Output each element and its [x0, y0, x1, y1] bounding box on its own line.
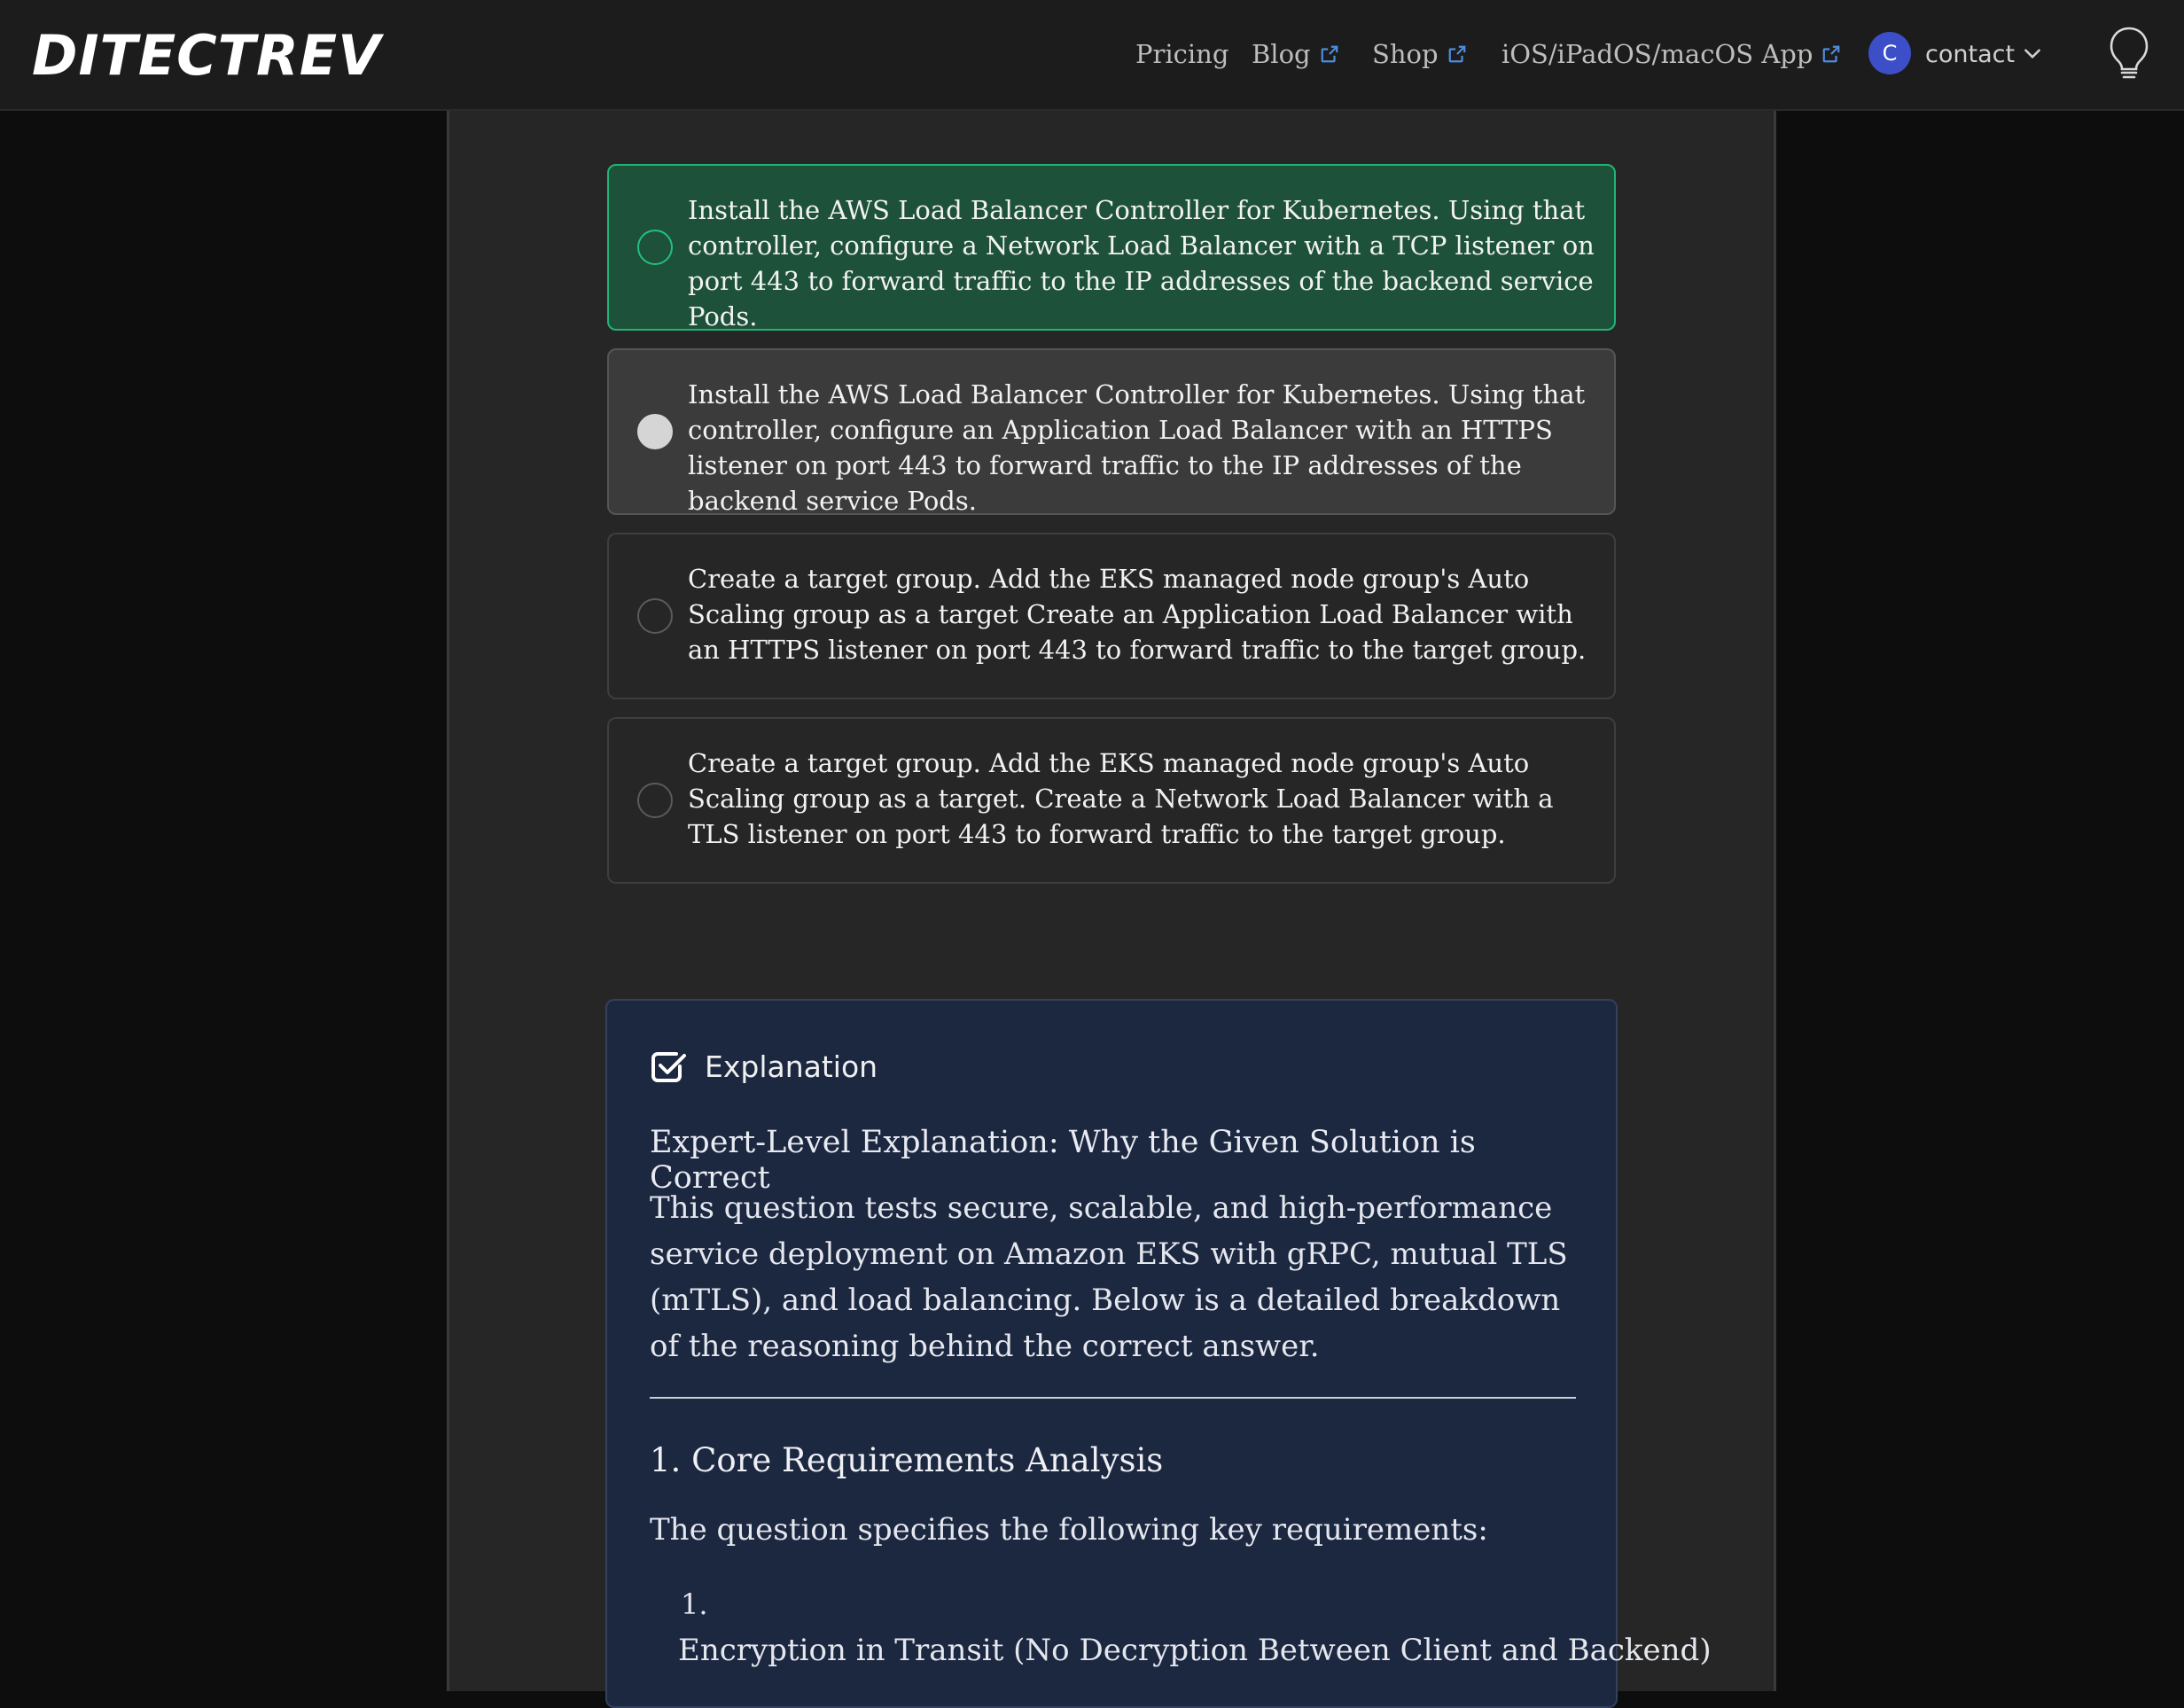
section-heading: 1. Core Requirements Analysis — [650, 1441, 1164, 1479]
answer-option-text: Install the AWS Load Balancer Controller… — [688, 379, 1586, 516]
nav-link-blog[interactable]: Blog — [1252, 32, 1339, 76]
user-avatar[interactable]: C — [1868, 32, 1911, 74]
nav-link-app[interactable]: iOS/iPadOS/macOS App — [1502, 32, 1841, 76]
site-logo[interactable]: DITECTREV — [32, 25, 381, 87]
nav-link-label: Shop — [1372, 39, 1439, 69]
radio-button[interactable] — [637, 414, 673, 449]
answer-option-3[interactable]: Create a target group. Add the EKS manag… — [607, 533, 1616, 699]
nav-link-label: iOS/iPadOS/macOS App — [1502, 39, 1814, 69]
answer-option-2-selected[interactable]: Install the AWS Load Balancer Controller… — [607, 348, 1616, 516]
explanation-header: Explanation — [650, 1049, 878, 1084]
checkbox-checked-icon — [651, 1051, 686, 1082]
external-link-icon — [1823, 45, 1840, 63]
explanation-title: Explanation — [705, 1049, 878, 1084]
lightbulb-icon[interactable] — [2106, 25, 2152, 82]
radio-button[interactable] — [637, 230, 673, 265]
nav-link-pricing[interactable]: Pricing — [1135, 32, 1228, 76]
divider — [650, 1397, 1576, 1399]
top-navigation-bar: DITECTREV Pricing Blog Shop iOS/iPadOS/m… — [0, 0, 2184, 111]
account-menu-label[interactable]: contact — [1925, 32, 2015, 76]
radio-button[interactable] — [637, 598, 673, 634]
chevron-down-icon[interactable] — [2021, 42, 2044, 65]
answer-option-text: Install the AWS Load Balancer Controller… — [688, 195, 1595, 331]
answer-option-1-correct[interactable]: Install the AWS Load Balancer Controller… — [607, 164, 1616, 331]
nav-link-label: Blog — [1252, 39, 1311, 69]
nav-link-shop[interactable]: Shop — [1372, 32, 1467, 76]
list-item: Encryption in Transit (No Decryption Bet… — [678, 1633, 1712, 1668]
radio-button[interactable] — [637, 783, 673, 818]
external-link-icon — [1321, 45, 1338, 63]
answer-option-4[interactable]: Create a target group. Add the EKS manag… — [607, 717, 1616, 884]
list-number: 1. — [681, 1587, 708, 1621]
explanation-intro: This question tests secure, scalable, an… — [650, 1190, 1568, 1364]
nav-link-label: Pricing — [1135, 39, 1229, 69]
answer-option-text: Create a target group. Add the EKS manag… — [688, 564, 1587, 665]
external-link-icon — [1448, 45, 1465, 63]
explanation-card: Explanation Expert-Level Explanation: Wh… — [605, 999, 1712, 1708]
section-intro: The question specifies the following key… — [650, 1512, 1488, 1548]
answer-option-text: Create a target group. Add the EKS manag… — [688, 748, 1554, 849]
